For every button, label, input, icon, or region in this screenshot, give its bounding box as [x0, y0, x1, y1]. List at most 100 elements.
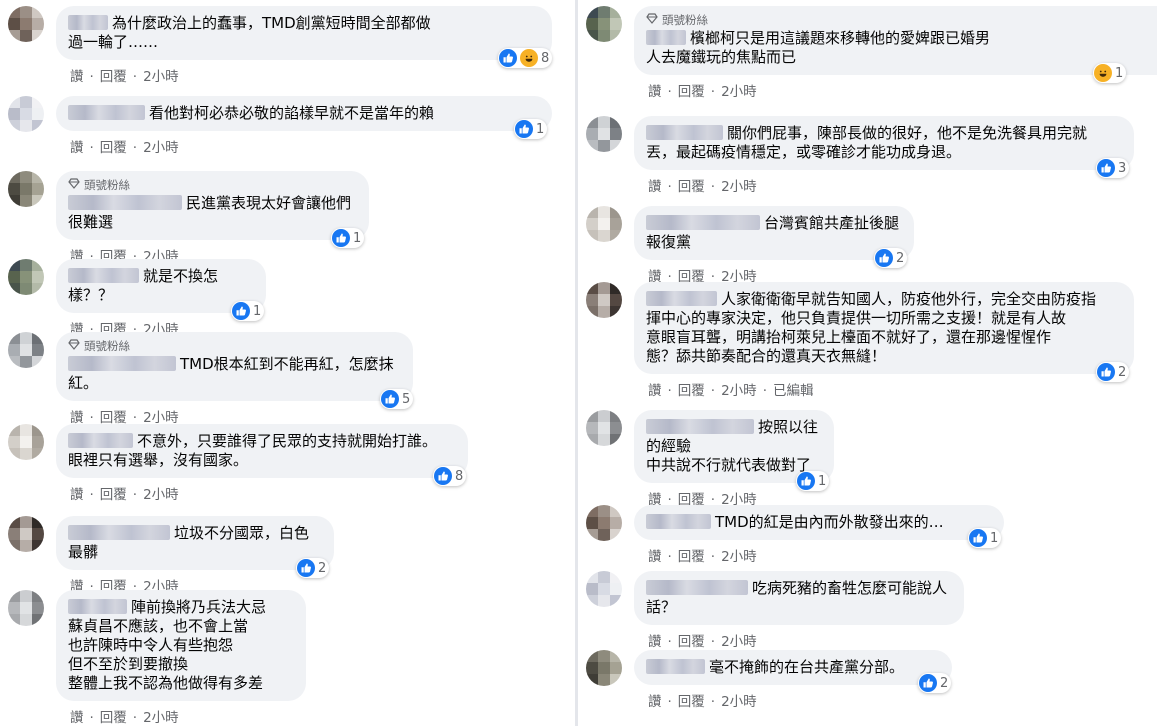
reaction-summary[interactable]: 1	[796, 471, 830, 491]
avatar[interactable]	[8, 424, 44, 460]
reaction-count: 1	[253, 303, 262, 319]
reaction-summary[interactable]: 1	[231, 301, 265, 321]
edited-label[interactable]: 已編輯	[773, 383, 814, 399]
reaction-count: 8	[541, 50, 550, 66]
commenter-name-blurred[interactable]	[646, 659, 705, 674]
reaction-summary[interactable]: 3	[1096, 158, 1130, 178]
reaction-summary[interactable]: 5	[380, 389, 414, 409]
reaction-summary[interactable]: 2	[918, 673, 952, 693]
timestamp[interactable]: 2小時	[143, 140, 179, 156]
avatar[interactable]	[586, 282, 622, 318]
commenter-name-blurred[interactable]	[68, 356, 176, 371]
reply-link[interactable]: 回覆	[100, 710, 127, 726]
commenter-name-blurred[interactable]	[68, 433, 133, 448]
separator-dot: ·	[132, 69, 138, 85]
avatar[interactable]	[8, 516, 44, 552]
comment-bubble: 頭號粉絲 民進黨表現太好會讓他們很難選	[56, 171, 369, 240]
reply-link[interactable]: 回覆	[678, 383, 705, 399]
reply-link[interactable]: 回覆	[678, 84, 705, 100]
comment-text: TMD的紅是由內而外散發出來的…	[715, 513, 944, 531]
avatar[interactable]	[586, 6, 622, 42]
avatar[interactable]	[586, 505, 622, 541]
badge-label: 頭號粉絲	[662, 12, 708, 27]
avatar[interactable]	[586, 206, 622, 242]
comment-bubble: 垃圾不分國眾，白色最髒	[56, 516, 334, 570]
commenter-name-blurred[interactable]	[68, 105, 145, 120]
timestamp[interactable]: 2小時	[721, 179, 757, 195]
like-link[interactable]: 讚	[70, 69, 84, 85]
commenter-name-blurred[interactable]	[646, 580, 748, 595]
timestamp[interactable]: 2小時	[721, 694, 757, 710]
avatar[interactable]	[8, 332, 44, 368]
avatar[interactable]	[8, 96, 44, 132]
reaction-count: 2	[940, 675, 949, 691]
reaction-summary[interactable]: 8	[498, 48, 553, 68]
avatar[interactable]	[586, 571, 622, 607]
comment-text: 為什麼政治上的蠢事，TMD創黨短時間全部都做 過一輪了……	[68, 14, 431, 51]
comment-text: 毫不掩飾的在台共產黨分部。	[709, 658, 905, 676]
reaction-summary[interactable]: 8	[433, 466, 467, 486]
like-link[interactable]: 讚	[70, 487, 84, 503]
timestamp[interactable]: 2小時	[721, 549, 757, 565]
comment-actions: 讚 · 回覆 · 2小時	[648, 690, 763, 710]
avatar[interactable]	[586, 410, 622, 446]
reply-link[interactable]: 回覆	[100, 487, 127, 503]
reply-link[interactable]: 回覆	[100, 69, 127, 85]
commenter-name-blurred[interactable]	[646, 125, 723, 140]
reaction-summary[interactable]: 1	[1093, 63, 1127, 83]
reaction-summary[interactable]: 1	[514, 119, 548, 139]
commenter-name-blurred[interactable]	[646, 419, 754, 434]
avatar[interactable]	[586, 650, 622, 686]
reply-link[interactable]: 回覆	[678, 694, 705, 710]
comment-actions: 讚 · 回覆 · 2小時	[70, 65, 185, 85]
reaction-summary[interactable]: 2	[1096, 362, 1130, 382]
commenter-name-blurred[interactable]	[646, 30, 686, 45]
like-link[interactable]: 讚	[70, 710, 84, 726]
reaction-summary[interactable]: 1	[331, 228, 365, 248]
avatar[interactable]	[8, 259, 44, 295]
top-fan-badge: 頭號粉絲	[68, 177, 357, 193]
like-link[interactable]: 讚	[70, 140, 84, 156]
timestamp[interactable]: 2小時	[143, 487, 179, 503]
reply-link[interactable]: 回覆	[678, 549, 705, 565]
timestamp[interactable]: 2小時	[721, 383, 757, 399]
separator-dot: ·	[762, 383, 767, 399]
like-link[interactable]: 讚	[648, 634, 662, 650]
commenter-name-blurred[interactable]	[68, 15, 108, 30]
timestamp[interactable]: 2小時	[143, 69, 179, 85]
like-link[interactable]: 讚	[648, 383, 662, 399]
timestamp[interactable]: 2小時	[721, 84, 757, 100]
commenter-name-blurred[interactable]	[68, 525, 170, 540]
reaction-summary[interactable]: 2	[874, 248, 908, 268]
avatar[interactable]	[8, 171, 44, 207]
separator-dot: ·	[132, 140, 138, 156]
like-link[interactable]: 讚	[648, 179, 662, 195]
diamond-icon	[646, 12, 658, 28]
timestamp[interactable]: 2小時	[721, 634, 757, 650]
timestamp[interactable]: 2小時	[143, 710, 179, 726]
column-divider	[575, 0, 578, 726]
reply-link[interactable]: 回覆	[678, 179, 705, 195]
avatar[interactable]	[8, 590, 44, 626]
like-link[interactable]: 讚	[648, 694, 662, 710]
like-link[interactable]: 讚	[648, 549, 662, 565]
diamond-icon	[68, 177, 80, 193]
avatar[interactable]	[8, 6, 44, 42]
comment-bubble: 頭號粉絲 檳榔柯只是用這議題來移轉他的愛婢跟已婚男 人去魔鐵玩的焦點而已	[634, 6, 1157, 75]
reply-link[interactable]: 回覆	[100, 140, 127, 156]
commenter-name-blurred[interactable]	[68, 268, 139, 283]
commenter-name-blurred[interactable]	[646, 215, 760, 230]
separator-dot: ·	[667, 383, 672, 399]
reaction-count: 2	[896, 250, 905, 266]
avatar[interactable]	[586, 116, 622, 152]
badge-label: 頭號粉絲	[84, 177, 130, 192]
commenter-name-blurred[interactable]	[68, 195, 182, 210]
commenter-name-blurred[interactable]	[646, 514, 711, 529]
reaction-summary[interactable]: 2	[296, 558, 330, 578]
commenter-name-blurred[interactable]	[646, 291, 717, 306]
haha-icon	[520, 49, 538, 67]
reply-link[interactable]: 回覆	[678, 634, 705, 650]
like-link[interactable]: 讚	[648, 84, 662, 100]
reaction-summary[interactable]: 1	[968, 528, 1002, 548]
commenter-name-blurred[interactable]	[68, 599, 127, 614]
